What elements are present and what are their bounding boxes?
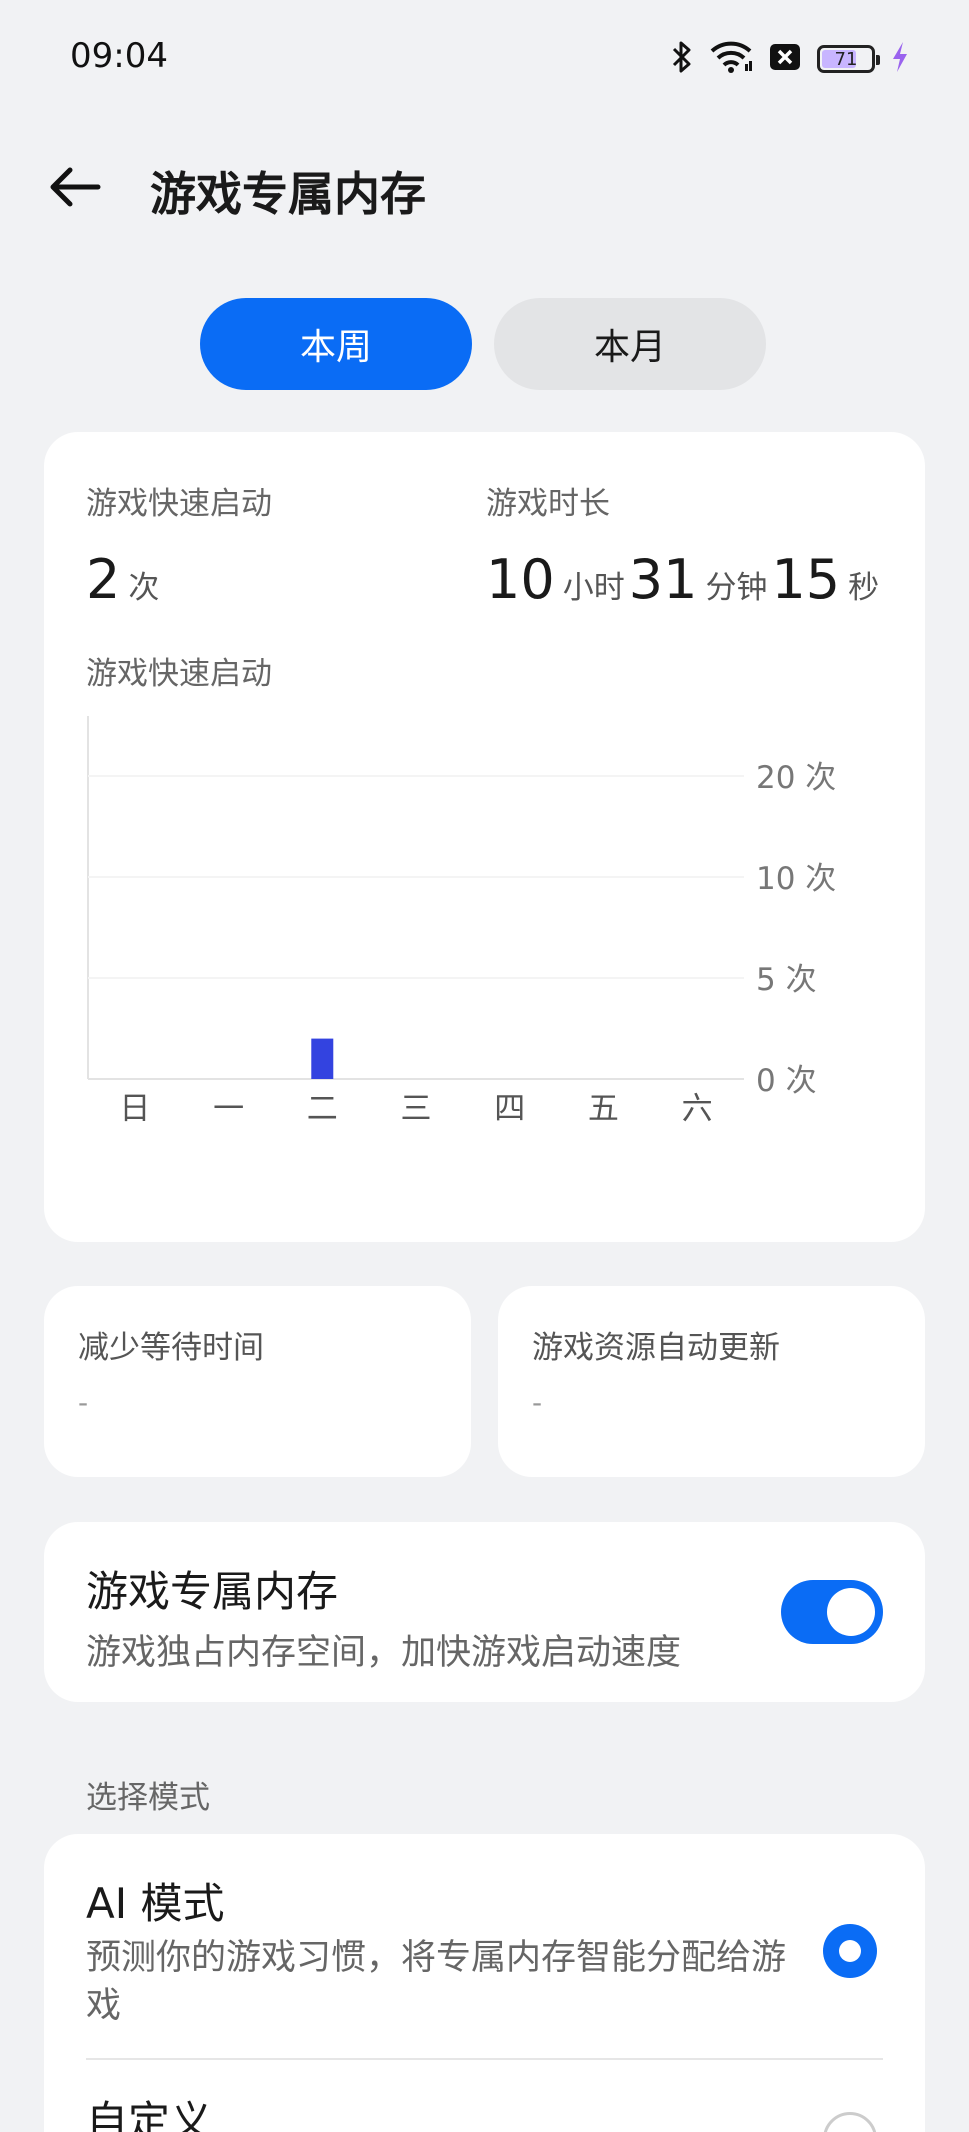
play-time-minutes-unit: 分钟 [705, 570, 768, 606]
exclusive-memory-title: 游戏专属内存 [86, 1567, 339, 1616]
chart-x-tick-label: 四 [494, 1091, 525, 1127]
auto-update-value: - [532, 1386, 543, 1419]
status-time: 09:04 [70, 36, 168, 76]
play-time-label: 游戏时长 [486, 486, 610, 522]
chart-y-tick-label: 5 次 [756, 962, 817, 998]
chart-y-tick-label: 0 次 [756, 1063, 817, 1099]
ai-mode-subtitle: 预测你的游戏习惯，将专属内存智能分配给游戏 [86, 1938, 787, 2026]
tab-this-week[interactable]: 本周 [200, 298, 472, 390]
play-time-hours: 10 [486, 548, 555, 611]
auto-update-label: 游戏资源自动更新 [532, 1330, 780, 1366]
mode-divider [86, 2058, 883, 2060]
wait-time-card[interactable]: 减少等待时间 - [44, 1286, 471, 1477]
bluetooth-icon [671, 40, 693, 78]
quick-launch-chart: 0 次 5 次 10 次 20 次日 一 二 三 四 五 六 [87, 716, 836, 1127]
chart-x-tick-label: 日 [119, 1091, 150, 1127]
mode-card: AI 模式 预测你的游戏习惯，将专属内存智能分配给游戏 自定义 [44, 1834, 925, 2132]
chart-y-tick-label: 20 次 [756, 760, 836, 796]
status-icons: 71 [671, 40, 909, 78]
custom-mode-title: 自定义 [86, 2097, 213, 2132]
ai-mode-title: AI 模式 [86, 1879, 225, 1928]
sim-off-icon [769, 42, 801, 76]
exclusive-memory-toggle[interactable] [781, 1580, 883, 1644]
play-time-value: 10 小时 31 分钟 15 秒 [486, 548, 883, 611]
app-bar: 游戏专属内存 [0, 140, 969, 230]
wait-time-value: - [78, 1386, 89, 1419]
ai-mode-radio[interactable] [823, 1924, 877, 1978]
exclusive-memory-card: 游戏专属内存 游戏独占内存空间，加快游戏启动速度 [44, 1522, 925, 1702]
wifi-icon [709, 40, 753, 78]
chart-x-tick-label: 五 [588, 1091, 619, 1127]
page-title: 游戏专属内存 [150, 167, 426, 221]
back-arrow-icon [50, 167, 101, 207]
quick-launch-count: 2 [86, 548, 121, 611]
wait-time-label: 减少等待时间 [78, 1330, 264, 1366]
auto-update-card[interactable]: 游戏资源自动更新 - [498, 1286, 925, 1477]
play-time-hours-unit: 小时 [562, 570, 625, 606]
period-tabs: 本周 本月 [200, 298, 766, 390]
play-time-minutes: 31 [628, 548, 698, 611]
chart-x-tick-label: 六 [682, 1091, 713, 1127]
chart-x-tick-label: 二 [307, 1091, 338, 1127]
battery-icon: 71 [817, 45, 880, 73]
battery-level: 71 [834, 48, 858, 70]
chart-title: 游戏快速启动 [86, 656, 272, 692]
tab-this-month[interactable]: 本月 [494, 298, 766, 390]
toggle-knob [827, 1588, 875, 1636]
back-button[interactable] [46, 162, 106, 212]
status-bar: 09:04 71 [0, 0, 969, 118]
chart-x-tick-label: 三 [401, 1091, 432, 1127]
chart-x-tick-label: 一 [213, 1091, 244, 1127]
stats-card: 游戏快速启动 2 次 游戏时长 10 小时 31 分钟 15 秒 游戏快速启动 … [44, 432, 925, 1242]
quick-launch-unit: 次 [128, 570, 160, 606]
quick-launch-label: 游戏快速启动 [86, 486, 272, 522]
chart-bar [311, 1038, 334, 1079]
chart-y-tick-label: 10 次 [756, 861, 836, 897]
quick-launch-value: 2 次 [86, 548, 163, 611]
custom-mode-radio[interactable] [823, 2112, 877, 2132]
charging-icon [891, 41, 909, 77]
exclusive-memory-subtitle: 游戏独占内存空间，加快游戏启动速度 [86, 1633, 682, 1673]
play-time-seconds: 15 [771, 548, 841, 611]
mode-section-label: 选择模式 [86, 1780, 210, 1816]
play-time-seconds-unit: 秒 [848, 570, 880, 606]
